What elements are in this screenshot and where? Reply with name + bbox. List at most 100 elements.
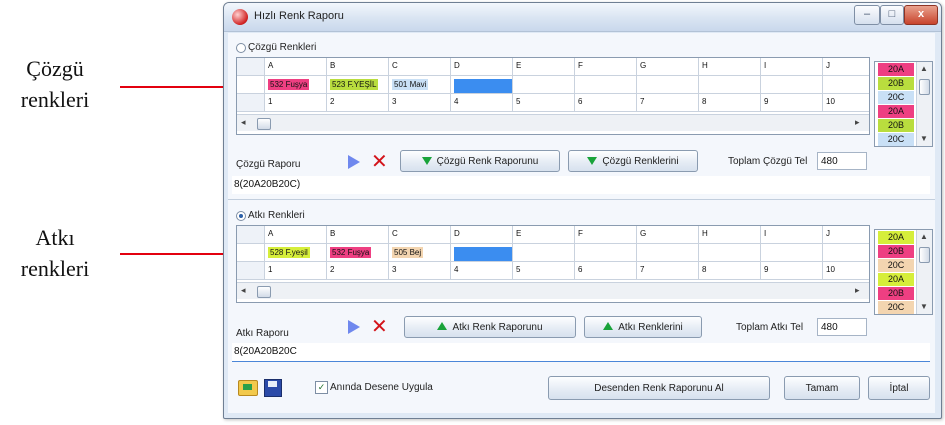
grid-number-cell[interactable]: 4 [451,262,513,280]
sequence-list-item[interactable]: 20B [878,245,914,258]
close-button[interactable]: x [904,5,938,25]
grid-column-header[interactable]: B [327,58,389,76]
grid-column-header[interactable]: B [327,226,389,244]
weft-color-sequence-list[interactable]: ▲ ▼ 20A 20B 20C 20A 20B 20C [874,229,933,315]
warp-play-icon[interactable] [348,155,360,169]
sequence-list-item[interactable]: 20B [878,77,914,90]
grid-color-cell[interactable]: 532 Fuşya [327,244,389,262]
grid-column-header[interactable]: G [637,58,699,76]
grid-column-header[interactable]: G [637,226,699,244]
grid-color-cell[interactable] [823,76,869,94]
grid-row-header[interactable] [237,262,265,280]
ok-button[interactable]: Tamam [784,376,860,400]
scroll-thumb[interactable] [257,286,271,298]
grid-number-cell[interactable]: 8 [699,262,761,280]
grid-color-cell[interactable] [575,76,637,94]
grid-color-cell[interactable]: 528 F.yeşil [265,244,327,262]
grid-row-header[interactable] [237,244,265,262]
grid-number-cell[interactable]: 7 [637,94,699,112]
grid-column-header[interactable]: C [389,226,451,244]
grid-column-header[interactable]: J [823,58,869,76]
grid-number-cell[interactable]: 1 [265,94,327,112]
weft-color-grid[interactable]: A B C D E F G H I J 528 F.yeşil 532 Fuşya 505 Bej 1 2 3… [236,225,870,303]
grid-column-header[interactable]: C [389,58,451,76]
weft-colors-button[interactable]: Atkı Renklerini [584,316,702,338]
sequence-list-item[interactable]: 20C [878,91,914,104]
sequence-list-item[interactable]: 20C [878,133,914,146]
sequence-list-item[interactable]: 20B [878,119,914,132]
scroll-up-icon[interactable]: ▲ [920,232,928,241]
weft-colors-radio[interactable] [236,211,246,221]
grid-color-cell[interactable] [451,76,513,94]
grid-column-header[interactable]: D [451,58,513,76]
sequence-list-item[interactable]: 20B [878,287,914,300]
grid-row-header[interactable] [237,226,265,244]
sequence-list-item[interactable]: 20C [878,301,914,314]
horizontal-scrollbar[interactable]: ◂ ▸ [237,282,869,299]
grid-number-cell[interactable]: 6 [575,262,637,280]
grid-number-cell[interactable]: 3 [389,94,451,112]
grid-color-cell[interactable] [761,76,823,94]
open-folder-icon[interactable] [238,380,258,396]
scroll-up-icon[interactable]: ▲ [920,64,928,73]
apply-to-design-checkbox[interactable]: ✓ [315,381,328,394]
warp-color-report-button[interactable]: Çözgü Renk Raporunu [400,150,560,172]
warp-report-field[interactable]: 8(20A20B20C) [232,176,930,194]
save-disk-icon[interactable] [264,379,282,397]
scroll-left-icon[interactable]: ◂ [241,117,246,128]
grid-color-cell[interactable]: 505 Bej [389,244,451,262]
warp-clear-icon[interactable]: ✕ [371,151,388,171]
grid-color-cell[interactable] [451,244,513,262]
warp-colors-button[interactable]: Çözgü Renklerini [568,150,698,172]
grid-color-cell[interactable] [699,244,761,262]
sequence-list-item[interactable]: 20A [878,231,914,244]
warp-color-sequence-list[interactable]: ▲ ▼ 20A 20B 20C 20A 20B 20C [874,61,933,147]
grid-color-cell[interactable] [699,76,761,94]
horizontal-scrollbar[interactable]: ◂ ▸ [237,114,869,131]
cancel-button[interactable]: İptal [868,376,930,400]
grid-column-header[interactable]: F [575,58,637,76]
grid-number-cell[interactable]: 7 [637,262,699,280]
scroll-down-icon[interactable]: ▼ [920,134,928,143]
grid-number-cell[interactable]: 2 [327,262,389,280]
weft-total-field[interactable]: 480 [817,318,867,336]
grid-color-cell[interactable]: 523 F.YEŞİL [327,76,389,94]
grid-column-header[interactable]: A [265,58,327,76]
grid-color-cell[interactable] [761,244,823,262]
title-bar[interactable]: Hızlı Renk Raporu – □ x [224,3,941,32]
sequence-list-item[interactable]: 20A [878,273,914,286]
grid-color-cell[interactable] [575,244,637,262]
grid-column-header[interactable]: H [699,58,761,76]
grid-color-cell[interactable] [637,76,699,94]
scroll-down-icon[interactable]: ▼ [920,302,928,311]
grid-number-cell[interactable]: 8 [699,94,761,112]
warp-colors-radio[interactable] [236,43,246,53]
weft-report-field[interactable]: 8(20A20B20C [232,343,930,362]
grid-column-header[interactable]: F [575,226,637,244]
grid-row-header[interactable] [237,94,265,112]
grid-color-cell[interactable] [637,244,699,262]
scroll-thumb[interactable] [919,247,930,263]
weft-clear-icon[interactable]: ✕ [371,316,388,336]
warp-list-scrollbar[interactable]: ▲ ▼ [916,62,932,146]
grid-color-cell[interactable] [513,76,575,94]
grid-color-cell[interactable] [513,244,575,262]
grid-column-header[interactable]: E [513,58,575,76]
grid-row-header[interactable] [237,76,265,94]
grid-number-cell[interactable]: 10 [823,94,869,112]
grid-number-cell[interactable]: 9 [761,94,823,112]
grid-number-cell[interactable]: 1 [265,262,327,280]
scroll-right-icon[interactable]: ▸ [855,285,860,296]
grid-number-cell[interactable]: 4 [451,94,513,112]
maximize-button[interactable]: □ [880,5,904,25]
grid-number-cell[interactable]: 2 [327,94,389,112]
grid-column-header[interactable]: J [823,226,869,244]
grid-number-cell[interactable]: 3 [389,262,451,280]
grid-row-header[interactable] [237,58,265,76]
grid-color-cell[interactable] [823,244,869,262]
grid-number-cell[interactable]: 5 [513,262,575,280]
grid-column-header[interactable]: E [513,226,575,244]
grid-column-header[interactable]: D [451,226,513,244]
grid-color-cell[interactable]: 532 Fuşya [265,76,327,94]
sequence-list-item[interactable]: 20A [878,63,914,76]
